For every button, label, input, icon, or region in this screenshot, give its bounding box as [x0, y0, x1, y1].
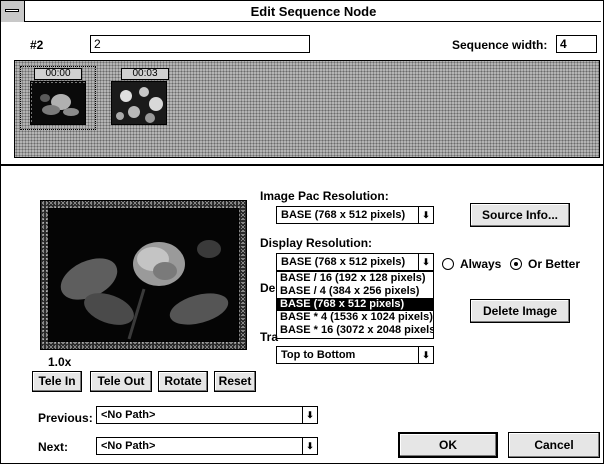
dropdown-arrow-icon[interactable]: ⬇ [418, 347, 433, 363]
partial-label-de: De [260, 281, 276, 295]
tele-in-label: Tele In [38, 374, 76, 388]
reset-label: Reset [218, 374, 252, 388]
dropdown-arrow-icon[interactable]: ⬇ [418, 207, 433, 223]
frame-time-label: 00:00 [34, 68, 82, 80]
transition-combo[interactable]: Top to Bottom ⬇ [276, 346, 434, 364]
cancel-label: Cancel [534, 438, 574, 452]
next-value: <No Path> [101, 440, 156, 452]
dropdown-arrow-icon[interactable]: ⬇ [418, 254, 433, 270]
next-label: Next: [38, 440, 69, 454]
cancel-button[interactable]: Cancel [508, 432, 600, 458]
frame-time-label: 00:03 [121, 68, 169, 80]
previous-label: Previous: [38, 411, 93, 425]
tele-out-label: Tele Out [97, 374, 145, 388]
image-preview[interactable] [48, 208, 239, 342]
flowers-thumbnail-image [112, 82, 166, 124]
image-pac-resolution-label: Image Pac Resolution: [260, 189, 389, 203]
resolution-option[interactable]: BASE / 16 (192 x 128 pixels) [277, 272, 433, 285]
display-resolution-value: BASE (768 x 512 pixels) [281, 256, 406, 268]
rose-preview-image [49, 209, 238, 341]
or-better-label: Or Better [528, 257, 581, 271]
frame-thumbnail[interactable] [30, 81, 86, 125]
window-title: Edit Sequence Node [250, 4, 377, 19]
previous-value: <No Path> [101, 409, 156, 421]
resolution-option[interactable]: BASE / 4 (384 x 256 pixels) [277, 285, 433, 298]
resolution-option[interactable]: BASE * 16 (3072 x 2048 pixels) [277, 324, 433, 337]
image-pac-resolution-value: BASE (768 x 512 pixels) [281, 209, 406, 221]
previous-combo[interactable]: <No Path> ⬇ [96, 406, 318, 424]
dropdown-arrow-icon[interactable]: ⬇ [302, 438, 317, 454]
source-info-label: Source Info... [481, 208, 558, 222]
resolution-option-selected[interactable]: BASE (768 x 512 pixels) [277, 298, 433, 311]
display-resolution-combo[interactable]: BASE (768 x 512 pixels) ⬇ [276, 253, 434, 271]
sequence-width-label: Sequence width: [452, 38, 548, 52]
always-radio[interactable] [442, 258, 454, 270]
delete-image-button[interactable]: Delete Image [470, 299, 570, 323]
section-divider [0, 164, 604, 166]
always-label: Always [460, 257, 502, 271]
display-resolution-label: Display Resolution: [260, 236, 373, 250]
zoom-level-text: 1.0x [48, 355, 72, 369]
dropdown-arrow-icon[interactable]: ⬇ [302, 407, 317, 423]
display-resolution-dropdown-list[interactable]: BASE / 16 (192 x 128 pixels) BASE / 4 (3… [276, 271, 434, 339]
rotate-button[interactable]: Rotate [158, 371, 208, 392]
delete-image-label: Delete Image [482, 304, 558, 318]
resolution-option[interactable]: BASE * 4 (1536 x 1024 pixels) [277, 311, 433, 324]
rose-thumbnail-image [31, 82, 85, 124]
tele-out-button[interactable]: Tele Out [90, 371, 152, 392]
ok-label: OK [439, 438, 457, 452]
or-better-radio[interactable] [510, 258, 522, 270]
partial-label-tra: Tra [260, 330, 279, 344]
image-pac-resolution-combo[interactable]: BASE (768 x 512 pixels) ⬇ [276, 206, 434, 224]
node-id-label: #2 [30, 38, 44, 52]
system-menu-icon [5, 9, 19, 12]
node-name-input[interactable]: 2 [90, 35, 310, 53]
sequence-width-input[interactable]: 4 [556, 35, 597, 53]
frame-thumbnail[interactable] [111, 81, 167, 125]
ok-button[interactable]: OK [398, 432, 498, 458]
tele-in-button[interactable]: Tele In [32, 371, 82, 392]
transition-value: Top to Bottom [281, 349, 356, 361]
next-combo[interactable]: <No Path> ⬇ [96, 437, 318, 455]
reset-button[interactable]: Reset [214, 371, 256, 392]
source-info-button[interactable]: Source Info... [470, 203, 570, 227]
sequence-frame-strip[interactable] [14, 60, 600, 158]
rotate-label: Rotate [164, 374, 202, 388]
